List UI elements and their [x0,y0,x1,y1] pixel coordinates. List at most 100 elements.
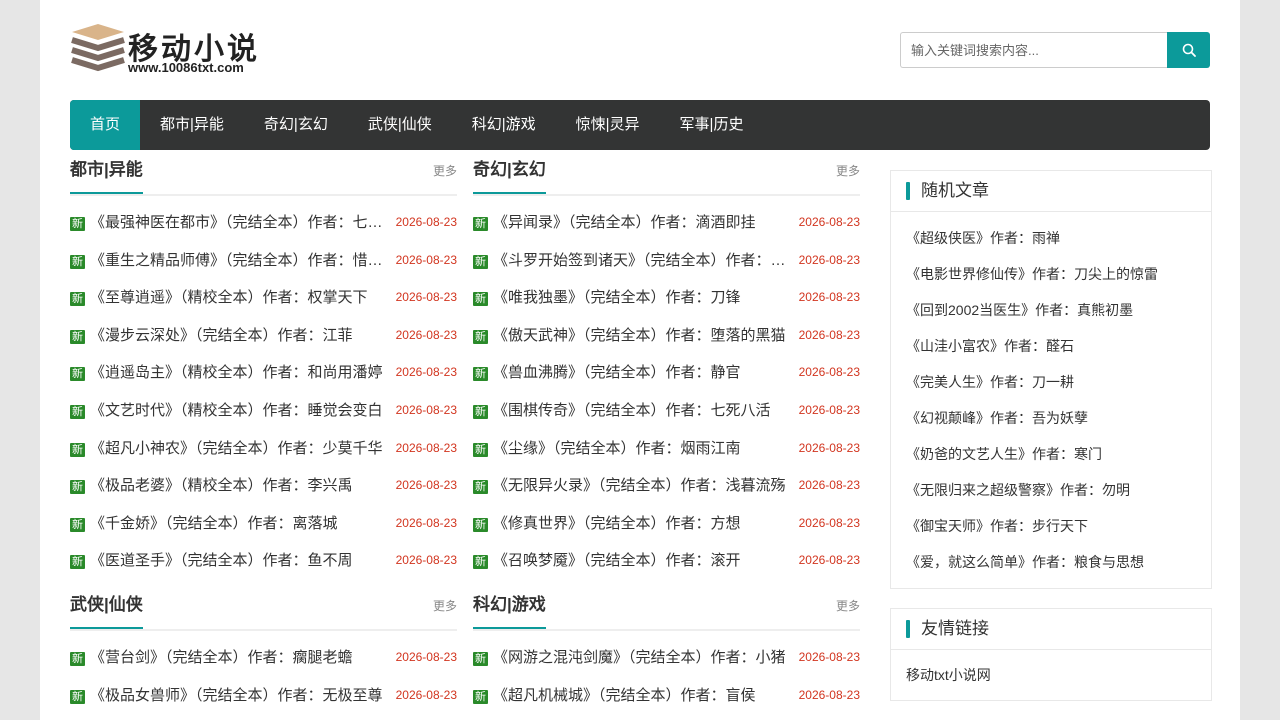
list-item: 新《营台剑》（完结全本）作者：瘸腿老蟾 2026-08-23 [70,639,457,677]
new-badge: 新 [473,217,488,231]
new-badge: 新 [70,442,85,457]
book-link[interactable]: 《围棋传奇》（完结全本）作者：七死八活 [493,392,793,430]
book-link[interactable]: 《逍遥岛主》（精校全本）作者：和尚用潘婷 [90,354,390,392]
panel-header: 友情链接 [891,609,1211,650]
new-badge: 新 [473,404,488,419]
date: 2026-08-23 [798,365,860,380]
book-link[interactable]: 《重生之精品师傅》（完结全本）作者：惜墨不语 [90,242,390,280]
list-item: 新《异闻录》（完结全本）作者：滴酒即挂 2026-08-23 [473,204,860,242]
list-item: 新《唯我独墨》（完结全本）作者：刀锋 2026-08-23 [473,279,860,317]
date: 2026-08-23 [395,365,457,380]
article-link[interactable]: 《山洼小富农》作者：醛石 [906,338,1074,354]
article-link[interactable]: 《无限归来之超级警察》作者：勿明 [906,482,1130,498]
article-link[interactable]: 《超级侠医》作者：雨禅 [906,230,1060,246]
article-link[interactable]: 《奶爸的文艺人生》作者：寒门 [906,446,1102,462]
book-link[interactable]: 《无限异火录》（完结全本）作者：浅暮流殇 [493,467,793,505]
list-item: 新《文艺时代》（精校全本）作者：睡觉会变白 2026-08-23 [70,392,457,430]
book-list: 新《最强神医在都市》（完结全本）作者：七月雪 2026-08-23 新《重生之精品… [70,204,457,580]
book-link[interactable]: 《极品老婆》（精校全本）作者：李兴禹 [90,467,390,505]
section-title: 科幻|游戏 [473,595,546,629]
book-link[interactable]: 《营台剑》（完结全本）作者：瘸腿老蟾 [90,639,390,677]
nav-item-wuxia[interactable]: 武侠|仙侠 [348,100,452,150]
more-link[interactable]: 更多 [433,597,457,614]
date: 2026-08-23 [798,440,860,455]
article-link[interactable]: 《幻视颠峰》作者：吾为妖孽 [906,410,1088,426]
page: 移动小说 www.10086txt.com 首页 都市|异能 奇幻|玄幻 武侠|… [40,0,1240,720]
book-link[interactable]: 《兽血沸腾》（完结全本）作者：静官 [493,354,793,392]
article-link[interactable]: 《完美人生》作者：刀一耕 [906,374,1074,390]
list-item: 新《兽血沸腾》（完结全本）作者：静官 2026-08-23 [473,354,860,392]
book-stack-icon [71,24,125,72]
more-link[interactable]: 更多 [836,597,860,614]
list-item: 新《网游之混沌剑魔》（完结全本）作者：小猪 2026-08-23 [473,639,860,677]
book-link[interactable]: 《千金娇》（完结全本）作者：离落城 [90,505,390,543]
site-logo[interactable]: 移动小说 www.10086txt.com [70,22,270,78]
book-link[interactable]: 《极品女兽师》（完结全本）作者：无极至尊 [90,677,390,715]
article-link[interactable]: 《电影世界修仙传》作者：刀尖上的惊雷 [906,266,1158,282]
date: 2026-08-23 [395,478,457,493]
list-item: 新《逍遥岛主》（精校全本）作者：和尚用潘婷 2026-08-23 [70,354,457,392]
article-link[interactable]: 《回到2002当医生》作者：真熊初墨 [906,302,1133,318]
new-badge: 新 [70,517,85,532]
list-item: 新《极品女兽师》（完结全本）作者：无极至尊 2026-08-23 [70,677,457,715]
book-link[interactable]: 《修真世界》（完结全本）作者：方想 [493,505,793,543]
nav-item-horror[interactable]: 惊悚|灵异 [556,100,660,150]
more-link[interactable]: 更多 [433,162,457,179]
new-badge: 新 [70,555,85,570]
new-badge: 新 [473,329,488,344]
book-link[interactable]: 《文艺时代》（精校全本）作者：睡觉会变白 [90,392,390,430]
book-link[interactable]: 《傲天武神》（完结全本）作者：堕落的黑猫 [493,317,793,355]
nav-item-home[interactable]: 首页 [70,100,141,150]
book-link[interactable]: 《异闻录》（完结全本）作者：滴酒即挂 [493,204,793,242]
list-item: 新《重生之精品师傅》（完结全本）作者：惜墨不语 2026-08-23 [70,242,457,280]
nav-item-urban[interactable]: 都市|异能 [140,100,244,150]
book-link[interactable]: 《超凡小神农》（完结全本）作者：少莫千华 [90,430,390,468]
friend-link[interactable]: 移动txt小说网 [906,667,991,683]
panel-header: 随机文章 [891,171,1211,212]
date: 2026-08-23 [395,252,457,267]
book-link[interactable]: 《斗罗开始签到诸天》（完结全本）作者：落叶 [493,242,793,280]
list-item: 新《极品老婆》（精校全本）作者：李兴禹 2026-08-23 [70,467,457,505]
book-link[interactable]: 《尘缘》（完结全本）作者：烟雨江南 [493,430,793,468]
list-item: 《完美人生》作者：刀一耕 [891,364,1211,400]
list-item: 《幻视颠峰》作者：吾为妖孽 [891,400,1211,436]
nav-item-fantasy[interactable]: 奇幻|玄幻 [244,100,348,150]
article-link[interactable]: 《爱，就这么简单》作者：粮食与思想 [906,554,1144,570]
panel-title: 友情链接 [921,619,989,638]
nav-item-scifi[interactable]: 科幻|游戏 [452,100,556,150]
date: 2026-08-23 [798,650,860,664]
book-link[interactable]: 《召唤梦魇》（完结全本）作者：滚开 [493,542,793,580]
date: 2026-08-23 [798,402,860,417]
date: 2026-08-23 [395,440,457,455]
list-item: 新《漫步云深处》（完结全本）作者：江菲 2026-08-23 [70,317,457,355]
list-item: 新《医道圣手》（完结全本）作者：鱼不周 2026-08-23 [70,542,457,580]
book-link[interactable]: 《唯我独墨》（完结全本）作者：刀锋 [493,279,793,317]
list-item: 新《无限异火录》（完结全本）作者：浅暮流殇 2026-08-23 [473,467,860,505]
list-item: 新《召唤梦魇》（完结全本）作者：滚开 2026-08-23 [473,542,860,580]
book-link[interactable]: 《漫步云深处》（完结全本）作者：江菲 [90,317,390,355]
section-title: 武侠|仙侠 [70,595,143,629]
random-list: 《超级侠医》作者：雨禅 《电影世界修仙传》作者：刀尖上的惊雷 《回到2002当医… [891,212,1211,588]
date: 2026-08-23 [798,290,860,305]
book-list: 新《网游之混沌剑魔》（完结全本）作者：小猪 2026-08-23 新《超凡机械城》… [473,639,860,714]
section-urban: 都市|异能 更多 新《最强神医在都市》（完结全本）作者：七月雪 2026-08-2… [70,160,457,580]
list-item: 《奶爸的文艺人生》作者：寒门 [891,436,1211,472]
search-input[interactable] [900,32,1167,68]
search-button[interactable] [1167,32,1210,68]
new-badge: 新 [70,480,85,495]
nav-item-history[interactable]: 军事|历史 [660,100,764,150]
date: 2026-08-23 [395,290,457,305]
article-link[interactable]: 《御宝天师》作者：步行天下 [906,518,1088,534]
new-badge: 新 [473,689,488,704]
book-link[interactable]: 《医道圣手》（完结全本）作者：鱼不周 [90,542,390,580]
new-badge: 新 [473,652,488,666]
new-badge: 新 [70,329,85,344]
book-link[interactable]: 《最强神医在都市》（完结全本）作者：七月雪 [90,204,390,242]
date: 2026-08-23 [798,252,860,267]
new-badge: 新 [70,254,85,269]
list-item: 新《最强神医在都市》（完结全本）作者：七月雪 2026-08-23 [70,204,457,242]
book-link[interactable]: 《超凡机械城》（完结全本）作者：盲侯 [493,677,793,715]
more-link[interactable]: 更多 [836,162,860,179]
book-link[interactable]: 《至尊逍遥》（精校全本）作者：权掌天下 [90,279,390,317]
book-link[interactable]: 《网游之混沌剑魔》（完结全本）作者：小猪 [493,639,793,677]
